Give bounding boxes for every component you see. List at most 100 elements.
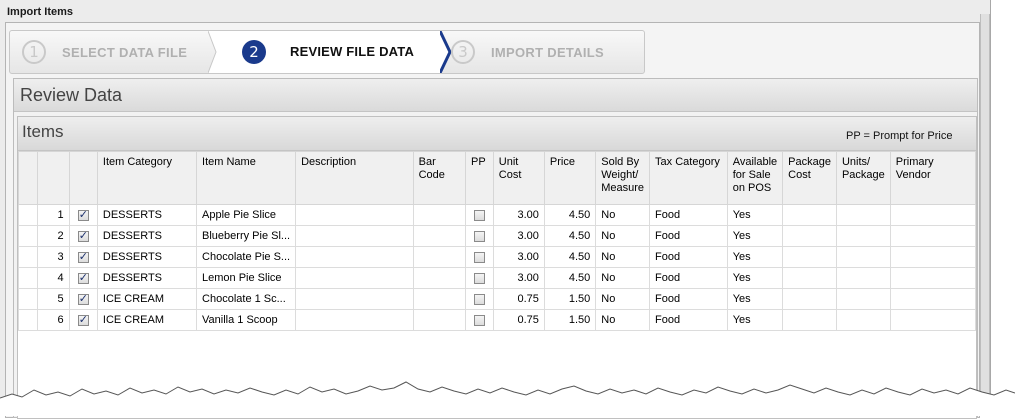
- sold-by-weight-cell[interactable]: No: [595, 246, 651, 268]
- item-category-cell[interactable]: DESSERTS: [96, 246, 198, 268]
- col-header-package-cost[interactable]: Package Cost: [782, 151, 837, 205]
- sold-by-weight-cell[interactable]: No: [595, 309, 651, 331]
- unit-cost-cell[interactable]: 3.00: [492, 225, 545, 247]
- primary-vendor-cell[interactable]: [889, 246, 977, 268]
- pp-checkbox[interactable]: [465, 309, 494, 331]
- checkbox-icon[interactable]: [473, 314, 485, 326]
- price-cell[interactable]: 1.50: [543, 288, 597, 310]
- sold-by-weight-cell[interactable]: No: [595, 267, 651, 289]
- checkbox-icon[interactable]: [77, 208, 89, 221]
- checkbox-icon[interactable]: [473, 251, 485, 263]
- row-select-checkbox[interactable]: [68, 246, 98, 268]
- item-name-cell[interactable]: Blueberry Pie Sl...: [196, 225, 297, 247]
- tax-category-cell[interactable]: Food: [649, 309, 728, 331]
- row-select-checkbox[interactable]: [68, 204, 98, 226]
- col-header-unit-cost[interactable]: Unit Cost: [492, 151, 545, 205]
- units-package-cell[interactable]: [835, 309, 891, 331]
- tax-category-cell[interactable]: Food: [649, 225, 728, 247]
- description-cell[interactable]: [295, 309, 414, 331]
- sold-by-weight-cell[interactable]: No: [595, 225, 651, 247]
- row-selector-cell[interactable]: [17, 309, 39, 331]
- col-header-sold-by-weight[interactable]: Sold By Weight/ Measure: [595, 151, 651, 205]
- package-cost-cell[interactable]: [782, 204, 837, 226]
- item-name-cell[interactable]: Vanilla 1 Scoop: [196, 309, 297, 331]
- checkbox-icon[interactable]: [473, 209, 485, 221]
- col-header-pp[interactable]: PP: [465, 151, 494, 205]
- primary-vendor-cell[interactable]: [889, 225, 977, 247]
- checkbox-icon[interactable]: [77, 313, 89, 326]
- price-cell[interactable]: 1.50: [543, 309, 597, 331]
- unit-cost-cell[interactable]: 3.00: [492, 204, 545, 226]
- row-selector-cell[interactable]: [17, 288, 39, 310]
- checkbox-icon[interactable]: [77, 250, 89, 263]
- available-for-sale-cell[interactable]: Yes: [726, 246, 784, 268]
- col-header-units-package[interactable]: Units/ Package: [835, 151, 891, 205]
- wizard-step-select-data-file[interactable]: 1 SELECT DATA FILE: [22, 31, 187, 73]
- primary-vendor-cell[interactable]: [889, 204, 977, 226]
- description-cell[interactable]: [295, 225, 414, 247]
- package-cost-cell[interactable]: [782, 246, 837, 268]
- available-for-sale-cell[interactable]: Yes: [726, 267, 784, 289]
- col-header-item-name[interactable]: Item Name: [196, 151, 297, 205]
- unit-cost-cell[interactable]: 3.00: [492, 246, 545, 268]
- row-index-cell[interactable]: 3: [37, 246, 70, 268]
- primary-vendor-cell[interactable]: [889, 288, 977, 310]
- available-for-sale-cell[interactable]: Yes: [726, 204, 784, 226]
- row-select-checkbox[interactable]: [68, 267, 98, 289]
- col-header-select[interactable]: [68, 151, 98, 205]
- available-for-sale-cell[interactable]: Yes: [726, 225, 784, 247]
- table-row[interactable]: 3 DESSERTSChocolate Pie S... 3.004.50NoFoo…: [17, 246, 977, 268]
- sold-by-weight-cell[interactable]: No: [595, 288, 651, 310]
- unit-cost-cell[interactable]: 3.00: [492, 267, 545, 289]
- row-index-cell[interactable]: 1: [37, 204, 70, 226]
- bar-code-cell[interactable]: [412, 225, 467, 247]
- package-cost-cell[interactable]: [782, 309, 837, 331]
- available-for-sale-cell[interactable]: Yes: [726, 288, 784, 310]
- item-name-cell[interactable]: Chocolate 1 Sc...: [196, 288, 297, 310]
- table-row[interactable]: 2 DESSERTSBlueberry Pie Sl... 3.004.50NoFo…: [17, 225, 977, 247]
- checkbox-icon[interactable]: [473, 293, 485, 305]
- package-cost-cell[interactable]: [782, 225, 837, 247]
- unit-cost-cell[interactable]: 0.75: [492, 309, 545, 331]
- units-package-cell[interactable]: [835, 204, 891, 226]
- bar-code-cell[interactable]: [412, 246, 467, 268]
- available-for-sale-cell[interactable]: Yes: [726, 309, 784, 331]
- unit-cost-cell[interactable]: 0.75: [492, 288, 545, 310]
- bar-code-cell[interactable]: [412, 204, 467, 226]
- item-category-cell[interactable]: DESSERTS: [96, 225, 198, 247]
- row-selector-cell[interactable]: [17, 246, 39, 268]
- units-package-cell[interactable]: [835, 225, 891, 247]
- pp-checkbox[interactable]: [465, 246, 494, 268]
- units-package-cell[interactable]: [835, 267, 891, 289]
- price-cell[interactable]: 4.50: [543, 204, 597, 226]
- bar-code-cell[interactable]: [412, 288, 467, 310]
- checkbox-icon[interactable]: [77, 229, 89, 242]
- row-select-checkbox[interactable]: [68, 288, 98, 310]
- row-index-cell[interactable]: 2: [37, 225, 70, 247]
- row-selector-cell[interactable]: [17, 204, 39, 226]
- table-row[interactable]: 1 DESSERTSApple Pie Slice 3.004.50NoFoodYe…: [17, 204, 977, 226]
- primary-vendor-cell[interactable]: [889, 309, 977, 331]
- bar-code-cell[interactable]: [412, 309, 467, 331]
- row-index-cell[interactable]: 6: [37, 309, 70, 331]
- checkbox-icon[interactable]: [473, 272, 485, 284]
- tax-category-cell[interactable]: Food: [649, 204, 728, 226]
- col-header-description[interactable]: Description: [295, 151, 414, 205]
- scrollbar[interactable]: [980, 14, 990, 394]
- bar-code-cell[interactable]: [412, 267, 467, 289]
- item-name-cell[interactable]: Apple Pie Slice: [196, 204, 297, 226]
- col-header-price[interactable]: Price: [543, 151, 597, 205]
- item-category-cell[interactable]: DESSERTS: [96, 267, 198, 289]
- package-cost-cell[interactable]: [782, 288, 837, 310]
- tax-category-cell[interactable]: Food: [649, 246, 728, 268]
- row-index-cell[interactable]: 4: [37, 267, 70, 289]
- row-selector-cell[interactable]: [17, 267, 39, 289]
- col-header-available-for-sale[interactable]: Available for Sale on POS: [726, 151, 784, 205]
- description-cell[interactable]: [295, 246, 414, 268]
- item-name-cell[interactable]: Lemon Pie Slice: [196, 267, 297, 289]
- description-cell[interactable]: [295, 204, 414, 226]
- item-category-cell[interactable]: ICE CREAM: [96, 309, 198, 331]
- col-header-item-category[interactable]: Item Category: [96, 151, 198, 205]
- row-index-cell[interactable]: 5: [37, 288, 70, 310]
- row-select-checkbox[interactable]: [68, 225, 98, 247]
